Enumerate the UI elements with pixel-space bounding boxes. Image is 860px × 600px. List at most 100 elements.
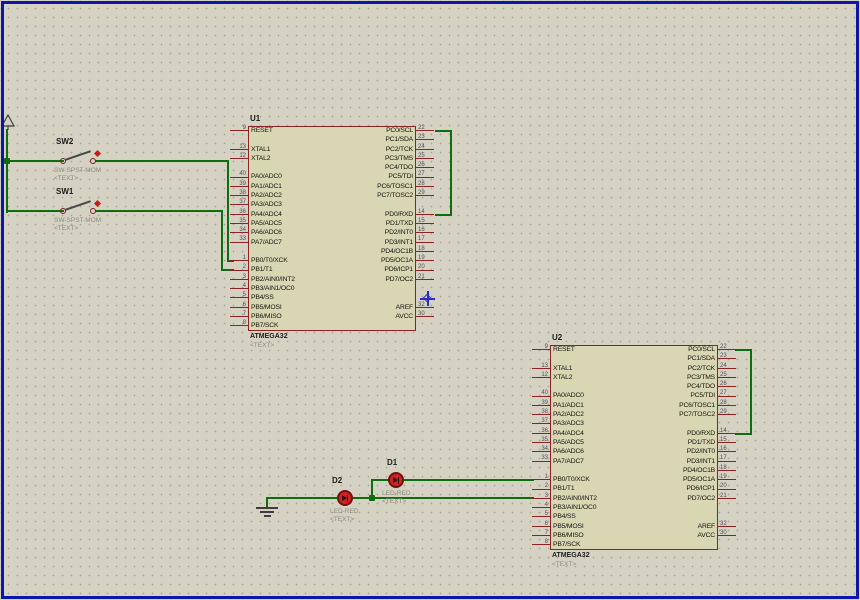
pin-row[interactable]: 12 XTAL2 <box>230 154 332 163</box>
wire-segment[interactable] <box>6 210 64 212</box>
pin-name: PB0/T0/XCK <box>550 475 634 484</box>
pin-number <box>718 503 736 512</box>
pin-row[interactable]: 33 PA7/ADC7 <box>230 238 332 247</box>
pin-name: PD1/TXD <box>634 438 718 447</box>
wire-segment[interactable] <box>435 214 452 216</box>
ground-terminal-icon[interactable] <box>256 507 278 509</box>
sw1-terminal[interactable] <box>90 208 96 214</box>
component-d2-led[interactable] <box>337 490 353 506</box>
pin-row[interactable]: 12 XTAL2 <box>532 373 634 382</box>
pin-row[interactable]: 9 RESET <box>230 126 332 135</box>
pin-number: 30 <box>416 312 434 321</box>
pin-name: PA7/ADC7 <box>550 457 634 466</box>
pin-name: PB5/MOSI <box>550 522 634 531</box>
pin-number: 30 <box>718 531 736 540</box>
pin-name: PD4/OC1B <box>332 247 416 256</box>
u2-value-label: ATMEGA32 <box>552 552 590 559</box>
pin-name <box>332 200 416 209</box>
sw2-lever[interactable] <box>65 150 91 160</box>
component-d1-led[interactable] <box>388 472 404 488</box>
pin-name: PC4/TDO <box>634 382 718 391</box>
pin-name: PC2/TCK <box>634 364 718 373</box>
pin-name: PA2/ADC2 <box>550 410 634 419</box>
pin-row[interactable]: 30 AVCC <box>634 531 736 540</box>
wire-segment[interactable] <box>404 479 534 481</box>
wire-segment[interactable] <box>371 479 389 481</box>
pin-name: PB7/SCK <box>248 321 332 330</box>
pin-name: PB1/T1 <box>550 484 634 493</box>
wire-segment[interactable] <box>95 160 229 162</box>
schematic-canvas[interactable]: SW2 SW-SPST-MOM <TEXT> SW1 SW-SPST-MOM <… <box>0 0 860 600</box>
pin-row[interactable]: 30 AVCC <box>332 312 434 321</box>
pin-name <box>332 284 416 293</box>
power-terminal-icon[interactable] <box>1 114 15 131</box>
pin-name: PA0/ADC0 <box>550 391 634 400</box>
pin-name: PD5/OC1A <box>634 475 718 484</box>
wire-segment[interactable] <box>750 349 752 435</box>
wire-segment[interactable] <box>6 129 8 213</box>
pin-name: AREF <box>634 522 718 531</box>
pin-row[interactable]: 29 PC7/TOSC2 <box>332 191 434 200</box>
u1-value-label: ATMEGA32 <box>250 333 288 340</box>
diode-bar-icon <box>398 477 400 484</box>
diode-bar-icon <box>347 495 349 502</box>
pin-name <box>550 382 634 391</box>
pin-row[interactable] <box>634 540 736 549</box>
pin-name: PB0/T0/XCK <box>248 256 332 265</box>
pin-name: PD7/OC2 <box>634 494 718 503</box>
pin-name: PA3/ADC3 <box>550 419 634 428</box>
u2-left-pins: 9 RESET 13 XTAL1 12 XTAL2 <box>532 345 634 550</box>
pin-row[interactable] <box>634 503 736 512</box>
wire-segment[interactable] <box>735 433 752 435</box>
u2-text-label: <TEXT> <box>552 561 576 568</box>
pin-name <box>248 247 332 256</box>
sw2-actuator-marker[interactable] <box>94 150 101 157</box>
sw2-terminal[interactable] <box>90 158 96 164</box>
pin-row[interactable]: 21 PD7/OC2 <box>332 275 434 284</box>
sw1-actuator-marker[interactable] <box>94 200 101 207</box>
d1-text-label: <TEXT> <box>382 498 406 505</box>
wire-segment[interactable] <box>95 210 223 212</box>
wire-segment[interactable] <box>353 497 534 499</box>
pin-row[interactable] <box>332 321 434 330</box>
pin-name: PC7/TOSC2 <box>332 191 416 200</box>
component-u1[interactable]: U1 9 RESET 13 XTAL1 12 <box>230 126 434 356</box>
pin-row[interactable] <box>332 284 434 293</box>
wire-segment[interactable] <box>221 210 223 271</box>
pin-name: PA0/ADC0 <box>248 172 332 181</box>
pin-row[interactable]: 21 PD7/OC2 <box>634 494 736 503</box>
u1-text-label: <TEXT> <box>250 342 274 349</box>
pin-name: PD6/ICP1 <box>332 265 416 274</box>
pin-row[interactable]: 33 PA7/ADC7 <box>532 457 634 466</box>
pin-name: PD4/OC1B <box>634 466 718 475</box>
pin-name <box>634 512 718 521</box>
pin-name: AVCC <box>332 312 416 321</box>
pin-row[interactable]: 8 PB7/SCK <box>532 540 634 549</box>
sw2-ref-label: SW2 <box>56 137 73 146</box>
pin-row[interactable]: 8 PB7/SCK <box>230 321 332 330</box>
pin-name: PC0/SCL <box>332 126 416 135</box>
pin-name: AVCC <box>634 531 718 540</box>
wire-segment[interactable] <box>450 130 452 216</box>
pin-row[interactable]: 29 PC7/TOSC2 <box>634 410 736 419</box>
pin-name: PA5/ADC5 <box>248 219 332 228</box>
pin-name: PD2/INT0 <box>634 447 718 456</box>
pin-number: 21 <box>416 275 434 284</box>
d1-ref-label: D1 <box>387 458 397 467</box>
pin-name: PC5/TDI <box>332 172 416 181</box>
pin-row[interactable]: 9 RESET <box>532 345 634 354</box>
pin-name <box>248 163 332 172</box>
wire-segment[interactable] <box>227 160 229 262</box>
pin-name <box>634 503 718 512</box>
d2-text-label: <TEXT> <box>330 516 354 523</box>
wire-segment[interactable] <box>6 160 64 162</box>
component-u2[interactable]: U2 9 RESET 13 XTAL1 12 <box>532 345 736 575</box>
pin-name: RESET <box>550 345 634 354</box>
pin-name: PD3/INT1 <box>634 457 718 466</box>
pin-name: XTAL1 <box>550 364 634 373</box>
pin-name: PA3/ADC3 <box>248 200 332 209</box>
pin-name: XTAL1 <box>248 145 332 154</box>
sw1-lever[interactable] <box>65 200 91 210</box>
pin-name <box>332 321 416 330</box>
wire-segment[interactable] <box>266 497 338 499</box>
